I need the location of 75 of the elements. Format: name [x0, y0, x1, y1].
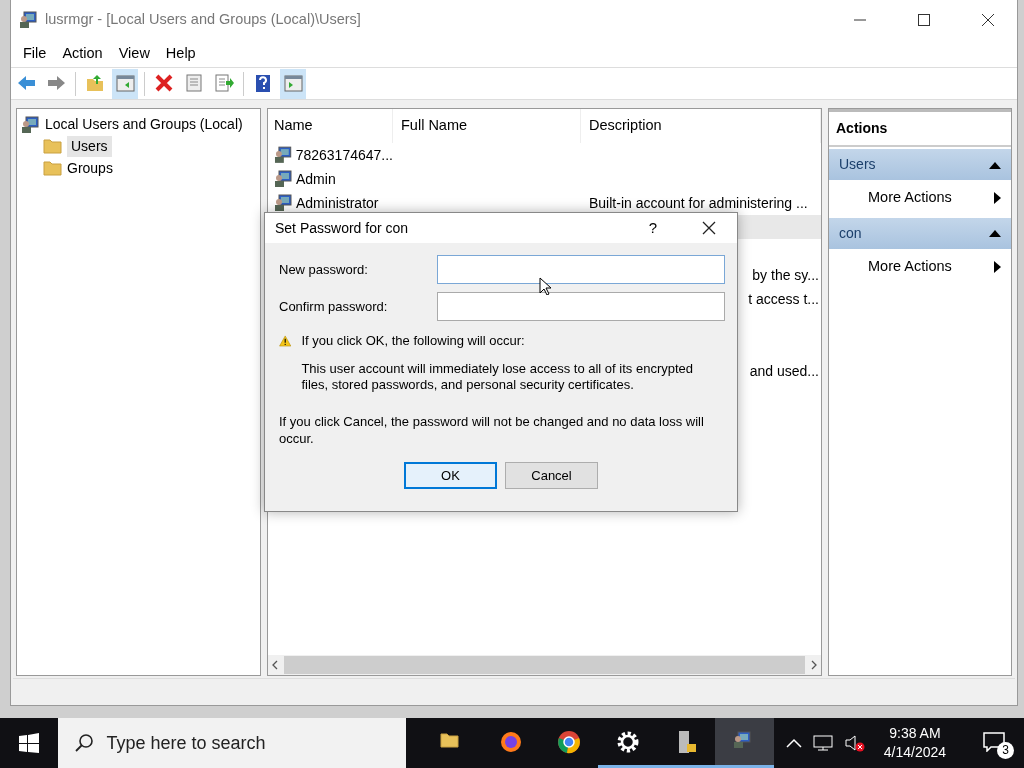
warning-heading: If you click OK, the following will occur: — [301, 332, 526, 350]
password-field[interactable] — [437, 255, 725, 284]
close-icon — [982, 14, 994, 26]
cancel-button[interactable]: Cancel — [505, 462, 598, 490]
chrome-icon — [557, 729, 582, 754]
table-cell-text: by the sy... — [752, 265, 820, 285]
help-button[interactable]: ? — [625, 209, 681, 247]
submenu-arrow-icon — [994, 260, 1001, 273]
table-cell-text: Administrator — [296, 193, 379, 213]
folder-icon — [43, 158, 63, 178]
notifications-button[interactable]: 3 — [964, 718, 1024, 768]
user-icon — [274, 169, 294, 189]
collapse-arrow-icon — [989, 160, 1001, 169]
tree-item[interactable]: Local Users and Groups (Local) — [45, 113, 243, 135]
section-label: Users — [839, 155, 876, 174]
cancel-note: If you click Cancel, the password will not be changed and no data loss will occur. — [278, 413, 705, 449]
table-cell-text: 78263174647... — [295, 145, 393, 165]
scroll-left-icon[interactable] — [272, 660, 278, 670]
collapse-arrow-icon — [989, 229, 1001, 238]
warning-text: This user account will immediately lose access to all of its encrypted files, stored passwords, and personal security certificates. — [301, 360, 694, 395]
folder-up-icon — [84, 73, 106, 94]
menu-item[interactable]: Help — [157, 40, 204, 67]
tree-item[interactable]: Groups — [67, 157, 113, 179]
dialog-title: Set Password for con — [275, 218, 410, 238]
password-field[interactable] — [437, 292, 725, 321]
submenu-arrow-icon — [994, 191, 1001, 204]
table-cell: Built-in account for administering ... — [589, 194, 808, 211]
clock[interactable]: 9:38 AM 4/14/2024 — [883, 724, 947, 762]
menu-item[interactable]: View — [110, 40, 158, 67]
minimize-icon — [854, 19, 866, 21]
tree-item[interactable]: Users — [67, 135, 112, 157]
properties-icon — [183, 73, 205, 94]
column-header[interactable]: Name — [268, 109, 393, 143]
column-header[interactable]: Description — [581, 109, 821, 143]
clock-time: 9:38 AM — [888, 724, 942, 743]
table-cell-text: t access t... — [748, 289, 820, 309]
mouse-cursor-icon — [539, 277, 551, 295]
menu-item[interactable]: File — [15, 40, 55, 67]
firefox-icon — [498, 729, 523, 754]
search-icon — [74, 733, 95, 753]
close-icon — [702, 221, 716, 235]
table-cell-text: Admin — [296, 169, 336, 189]
column-header[interactable]: Full Name — [393, 109, 581, 143]
table-cell-text: and used... — [749, 361, 820, 381]
ok-button[interactable]: OK — [404, 462, 497, 490]
user-icon — [274, 193, 294, 213]
field-label: New password: — [279, 260, 369, 279]
scroll-right-icon[interactable] — [811, 660, 817, 670]
console-tree-icon — [114, 73, 136, 94]
export-list-icon — [213, 73, 235, 94]
menu-item[interactable]: Action — [54, 40, 111, 67]
delete-icon — [153, 73, 175, 94]
search-field[interactable]: Type here to search — [58, 718, 406, 768]
search-placeholder: Type here to search — [106, 731, 266, 755]
app-icon — [19, 10, 39, 30]
folder-icon — [43, 136, 63, 156]
action-pane-icon — [282, 73, 304, 94]
maximize-icon — [918, 14, 930, 26]
computer-icon — [21, 115, 41, 133]
network-icon[interactable] — [811, 734, 834, 752]
toolbar-button[interactable] — [280, 68, 306, 99]
field-label: Confirm password: — [279, 297, 389, 316]
actions-section-header[interactable]: con — [829, 217, 1011, 249]
user-icon — [274, 145, 294, 165]
clock-date: 4/14/2024 — [883, 743, 947, 762]
horizontal-scrollbar[interactable] — [268, 655, 821, 675]
toolbar-button[interactable] — [112, 68, 138, 99]
chevron-up-icon[interactable] — [785, 738, 802, 748]
speaker-muted-icon[interactable] — [843, 734, 866, 752]
notification-count: 3 — [997, 742, 1015, 759]
actions-section-header[interactable]: Users — [829, 149, 1011, 180]
window-title: lusrmgr - [Local Users and Groups (Local)\Users] — [45, 10, 362, 30]
section-label: con — [839, 223, 862, 243]
windows-logo-icon — [19, 733, 40, 753]
gear-icon — [615, 729, 640, 754]
